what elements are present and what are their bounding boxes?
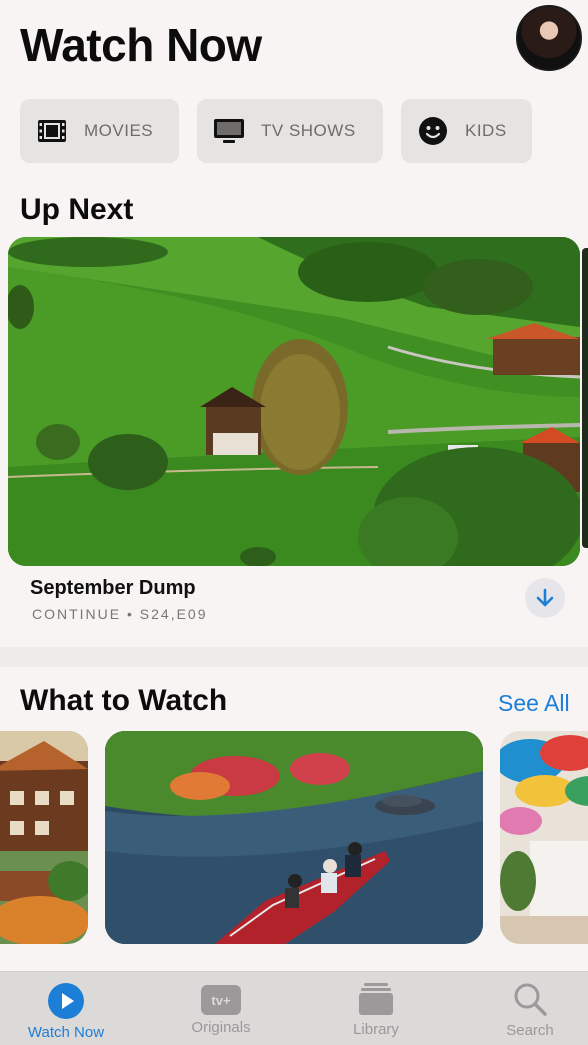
tab-watch-now-label: Watch Now (27, 1024, 105, 1041)
episode-subtitle: CONTINUE • S24,E09 (32, 606, 208, 622)
watch-card-village[interactable] (0, 731, 88, 944)
watch-card-canal[interactable] (105, 731, 483, 944)
tab-originals[interactable]: tv+ Originals (173, 972, 269, 1045)
tab-bar: Watch Now tv+ Originals Library Search (0, 971, 588, 1045)
see-all-link[interactable]: See All (498, 690, 570, 717)
download-arrow-icon (536, 588, 554, 607)
section-divider (0, 647, 588, 667)
library-icon (359, 983, 393, 1015)
appletv-icon-text: tv+ (211, 992, 231, 1008)
up-next-artwork[interactable] (8, 237, 580, 566)
episode-title[interactable]: September Dump (30, 577, 196, 600)
movies-button[interactable]: MOVIES (20, 99, 179, 163)
search-icon (514, 983, 547, 1016)
tv-icon (213, 117, 245, 145)
smiley-icon (417, 117, 449, 145)
avatar[interactable] (516, 5, 582, 71)
kids-button[interactable]: KIDS (401, 99, 532, 163)
page-title: Watch Now (20, 19, 262, 71)
kids-label: KIDS (465, 121, 507, 140)
tab-library[interactable]: Library (328, 972, 424, 1045)
appletv-icon: tv+ (201, 985, 241, 1015)
tab-originals-label: Originals (191, 1019, 251, 1036)
movies-label: MOVIES (84, 121, 154, 140)
watch-card-umbrellas[interactable] (500, 731, 588, 944)
up-next-title: Up Next (20, 193, 134, 226)
film-icon (36, 117, 68, 145)
tv-shows-button[interactable]: TV SHOWS (197, 99, 383, 163)
tv-shows-label: TV SHOWS (261, 121, 356, 140)
tab-search[interactable]: Search (482, 972, 578, 1045)
play-circle-icon (48, 983, 84, 1019)
tab-search-label: Search (506, 1022, 554, 1039)
download-button[interactable] (525, 578, 565, 618)
what-to-watch-title: What to Watch (20, 684, 228, 717)
tab-library-label: Library (353, 1021, 399, 1038)
tab-watch-now[interactable]: Watch Now (18, 972, 114, 1045)
next-artwork-peek[interactable] (582, 248, 588, 548)
